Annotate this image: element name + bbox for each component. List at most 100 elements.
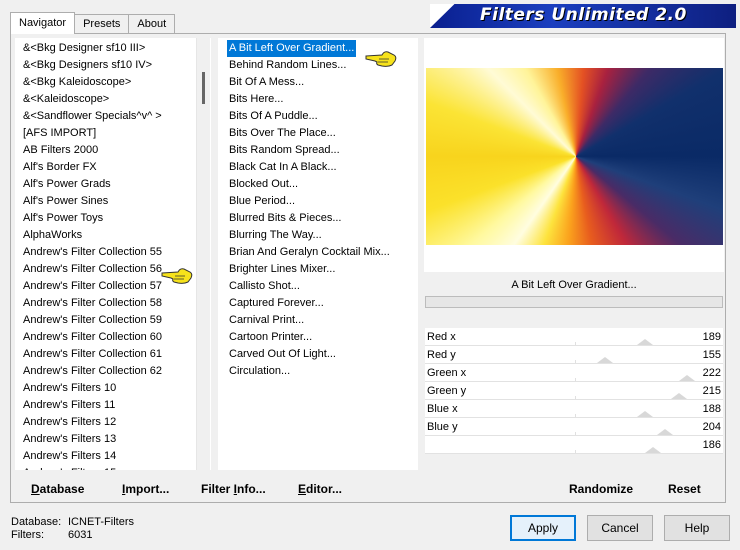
category-item[interactable]: &<Bkg Designers sf10 IV> [23,57,162,74]
filter-item[interactable]: Cartoon Printer... [229,329,390,346]
category-item[interactable]: &<Bkg Kaleidoscope> [23,74,162,91]
slider-label: Blue x [427,403,458,415]
category-item[interactable]: Andrew's Filters 15 [23,465,162,470]
category-item[interactable]: [AFS IMPORT] [23,125,162,142]
slider-tick [575,450,576,453]
category-item[interactable]: Alf's Power Grads [23,176,162,193]
slider-value: 186 [702,439,721,451]
category-item[interactable]: Andrew's Filter Collection 56 [23,261,162,278]
filter-item[interactable]: Brian And Geralyn Cocktail Mix... [229,244,390,261]
database-value: ICNET-Filters [68,516,134,528]
tab-about[interactable]: About [128,14,176,34]
filter-item[interactable]: Bit Of A Mess... [229,74,390,91]
slider-row[interactable]: Red y 155 [425,346,723,364]
category-item[interactable]: &<Bkg Designer sf10 III> [23,40,162,57]
slider-value: 204 [702,421,721,433]
filter-item[interactable]: Blue Period... [229,193,390,210]
slider-tick [575,360,576,363]
slider-thumb[interactable] [637,339,653,345]
filter-item[interactable]: Bits Of A Puddle... [229,108,390,125]
filter-item[interactable]: Callisto Shot... [229,278,390,295]
filter-item[interactable]: Bits Here... [229,91,390,108]
reset-button[interactable]: Reset [668,481,701,497]
status-info: Database: ICNET-Filters Filters: 6031 [11,516,134,542]
slider-tick [575,414,576,417]
slider-thumb[interactable] [679,375,695,381]
category-item[interactable]: AlphaWorks [23,227,162,244]
filter-item[interactable]: Blurred Bits & Pieces... [229,210,390,227]
database-label: Database: [11,516,62,528]
tab-presets[interactable]: Presets [74,14,130,34]
slider-label: Green y [427,385,467,397]
slider-tick [575,378,576,381]
help-button[interactable]: Help [664,515,730,541]
slider-thumb[interactable] [671,393,687,399]
category-item[interactable]: Andrew's Filter Collection 62 [23,363,162,380]
filter-item[interactable]: Blurring The Way... [229,227,390,244]
slider-tick [575,396,576,399]
slider-row[interactable]: Green y 215 [425,382,723,400]
slider-row[interactable]: Blue x 188 [425,400,723,418]
category-scrollbar[interactable] [196,38,210,470]
pointing-hand-icon [161,268,193,284]
filter-item[interactable]: Brighter Lines Mixer... [229,261,390,278]
slider-label: Blue y [427,421,458,433]
filters-count: 6031 [68,529,93,541]
slider-thumb[interactable] [637,411,653,417]
category-item[interactable]: Andrew's Filter Collection 59 [23,312,162,329]
editor-button[interactable]: Editor... [298,481,342,497]
category-item[interactable]: Andrew's Filters 12 [23,414,162,431]
filter-item[interactable]: Circulation... [229,363,390,380]
filter-item[interactable]: Carnival Print... [229,312,390,329]
slider-value: 189 [702,331,721,343]
slider-row[interactable]: Red x 189 [425,328,723,346]
slider-value: 188 [702,403,721,415]
category-item[interactable]: Andrew's Filters 10 [23,380,162,397]
filter-item[interactable]: Bits Random Spread... [229,142,390,159]
slider-row[interactable]: Green x 222 [425,364,723,382]
selected-filter-name: A Bit Left Over Gradient... [424,274,724,296]
category-item[interactable]: Alf's Border FX [23,159,162,176]
filter-info-button[interactable]: Filter Info... [201,481,266,497]
slider-row[interactable]: Blue y 204 [425,418,723,436]
filter-item[interactable]: Blocked Out... [229,176,390,193]
database-button[interactable]: Database [31,481,84,497]
cancel-button[interactable]: Cancel [587,515,653,541]
import-button[interactable]: Import... [122,481,169,497]
scrollbar-thumb[interactable] [202,72,205,104]
slider-thumb[interactable] [657,429,673,435]
category-item[interactable]: Andrew's Filter Collection 57 [23,278,162,295]
tab-navigator[interactable]: Navigator [10,12,76,34]
category-item[interactable]: AB Filters 2000 [23,142,162,159]
category-item[interactable]: Andrew's Filters 14 [23,448,162,465]
filter-item[interactable]: A Bit Left Over Gradient... [227,40,357,57]
slider-row[interactable]: 186 [425,436,723,454]
category-item[interactable]: Andrew's Filter Collection 58 [23,295,162,312]
slider-value: 222 [702,367,721,379]
category-item[interactable]: Andrew's Filter Collection 60 [23,329,162,346]
slider-thumb[interactable] [645,447,661,453]
apply-button[interactable]: Apply [510,515,576,541]
category-item[interactable]: Alf's Power Sines [23,193,162,210]
randomize-button[interactable]: Randomize [569,481,633,497]
filter-item[interactable]: Black Cat In A Black... [229,159,390,176]
filter-item[interactable]: Captured Forever... [229,295,390,312]
category-item[interactable]: Alf's Power Toys [23,210,162,227]
category-item[interactable]: Andrew's Filter Collection 55 [23,244,162,261]
filter-item[interactable]: Bits Over The Place... [229,125,390,142]
slider-value: 215 [702,385,721,397]
category-list[interactable]: &<Bkg Designer sf10 III> &<Bkg Designers … [15,38,211,470]
category-item[interactable]: Andrew's Filter Collection 61 [23,346,162,363]
category-item[interactable]: Andrew's Filters 13 [23,431,162,448]
category-item[interactable]: &<Sandflower Specials^v^ > [23,108,162,125]
progress-bar [425,296,723,308]
slider-label: Red y [427,349,456,361]
filter-item[interactable]: Carved Out Of Light... [229,346,390,363]
slider-thumb[interactable] [597,357,613,363]
filter-list[interactable]: A Bit Left Over Gradient... Behind Random… [218,38,418,470]
category-item[interactable]: &<Kaleidoscope> [23,91,162,108]
slider-value: 155 [702,349,721,361]
title-banner: Filters Unlimited 2.0 [430,4,736,28]
category-item[interactable]: Andrew's Filters 11 [23,397,162,414]
tab-strip: Navigator Presets About [10,12,176,34]
